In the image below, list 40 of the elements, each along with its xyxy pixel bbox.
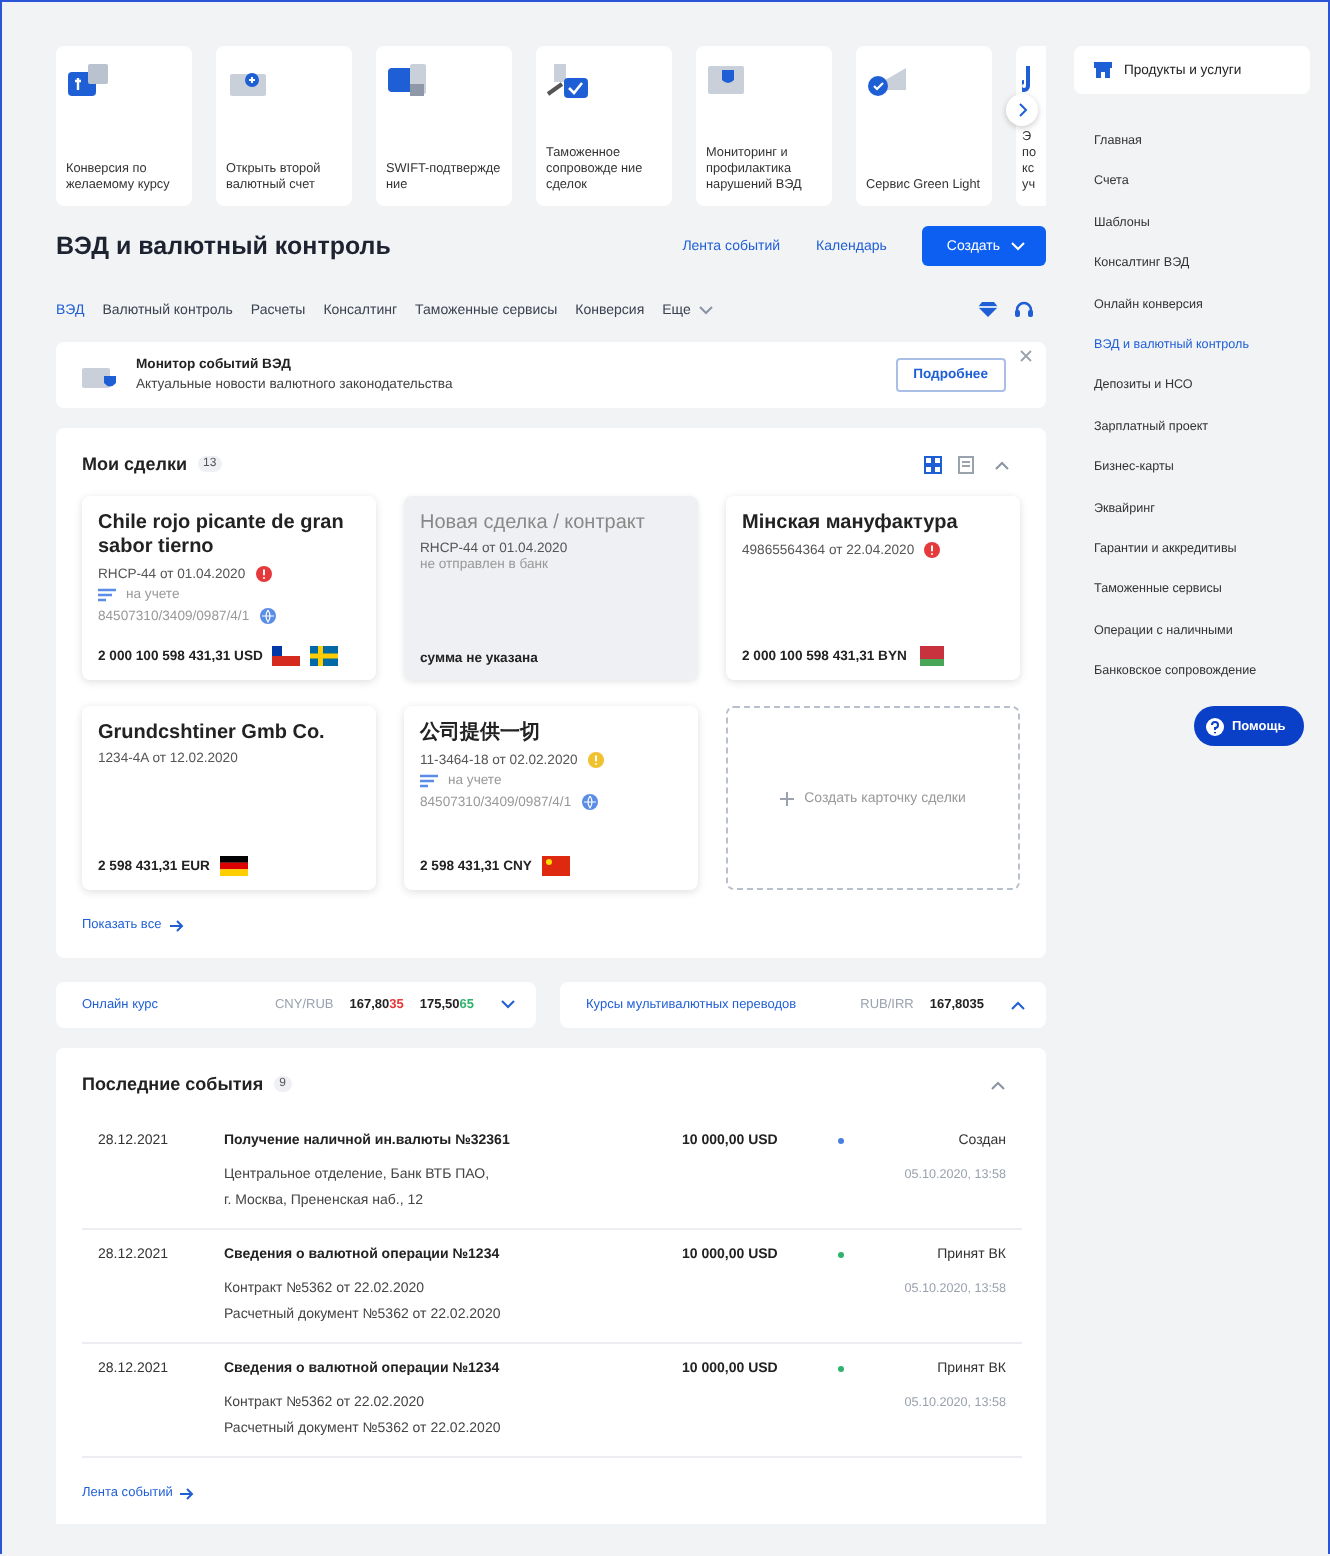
- caret-icon[interactable]: [698, 305, 715, 315]
- diamond-icon[interactable]: [978, 300, 998, 318]
- flag-icon: [219, 856, 248, 876]
- filter-lines-icon: [420, 774, 438, 788]
- service-icon: [386, 62, 430, 98]
- flag-icon: [916, 646, 945, 666]
- page-title: ВЭД и валютный контроль: [56, 232, 393, 260]
- globe-icon: [259, 608, 276, 624]
- panel-title: Мои сделки: [82, 454, 188, 474]
- deal-title: Новая сделка / контракт: [420, 512, 647, 536]
- next-button[interactable]: [1006, 94, 1038, 126]
- arrow-right-icon: [180, 1487, 195, 1499]
- caret-icon[interactable]: [994, 459, 1010, 469]
- deal-title: Grundcshtiner Gmb Co.: [98, 722, 327, 746]
- store-icon: [1094, 62, 1112, 78]
- arrow-right-icon: [169, 919, 184, 931]
- caret-icon[interactable]: [990, 1079, 1006, 1089]
- deal-title: 公司提供一切: [420, 722, 542, 746]
- service-icon: [866, 62, 910, 98]
- flag-icon: [541, 856, 570, 876]
- service-icon: [1022, 62, 1034, 98]
- filter-lines-icon: [98, 588, 116, 602]
- service-icon: [66, 62, 110, 98]
- caret-icon[interactable]: [1010, 1000, 1026, 1010]
- deal-title: Мінская мануфактура: [742, 512, 960, 536]
- grid-view-icon[interactable]: [924, 455, 942, 473]
- panel-title: Последние события: [82, 1074, 264, 1094]
- headset-icon[interactable]: [1014, 300, 1034, 320]
- flag-icon: [272, 646, 301, 666]
- globe-icon: [581, 794, 598, 810]
- list-view-icon[interactable]: [958, 455, 974, 473]
- flag-icon: [310, 646, 339, 666]
- service-icon: [546, 62, 590, 98]
- question-icon: [1206, 717, 1224, 735]
- close-icon[interactable]: [1020, 350, 1032, 362]
- chevron-right-icon: [1017, 102, 1027, 118]
- plus-icon: [780, 792, 795, 806]
- service-icon: [706, 62, 750, 98]
- caret-icon[interactable]: [500, 1000, 516, 1010]
- deal-title: Chile rojo picante de gran sabor tierno: [98, 512, 346, 560]
